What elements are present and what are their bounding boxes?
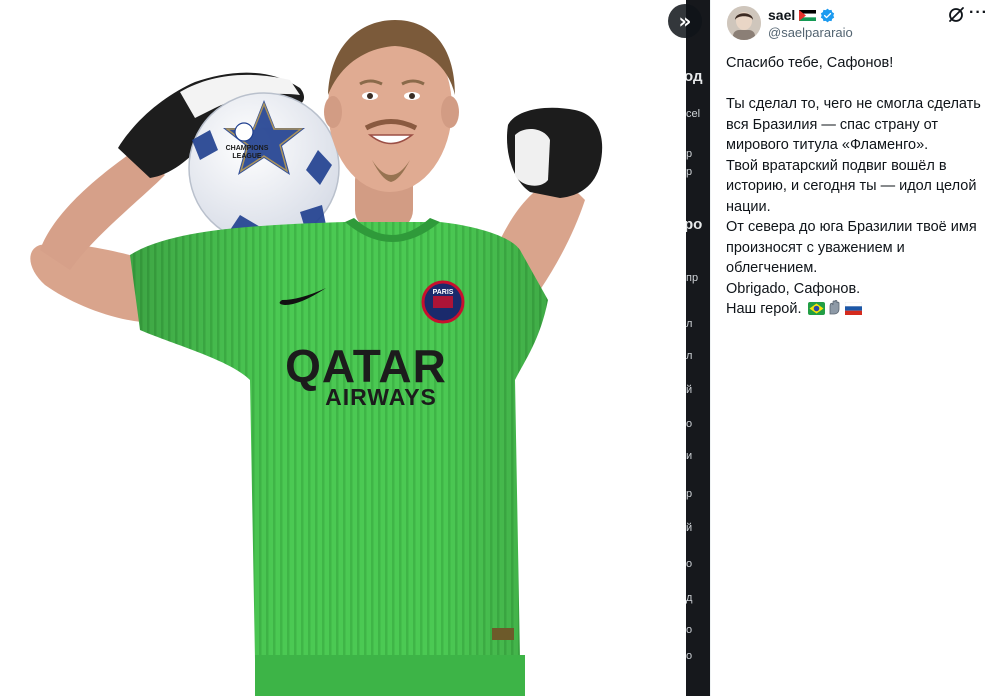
post-paragraph: Наш герой. — [726, 301, 802, 317]
bg-fragment: о — [686, 558, 693, 570]
bg-fragment: д — [686, 592, 693, 604]
bg-fragment: л — [686, 350, 693, 362]
ball-text-champions: CHAMPIONS — [226, 145, 269, 152]
bg-fragment: о — [686, 624, 693, 636]
post-paragraph-last: Наш герой. — [726, 299, 988, 320]
post-detail-panel: sael @saelpararaio ··· Спасибо тебе, Саф… — [710, 0, 1000, 696]
post-paragraph: Твой вратарский подвиг вошёл в историю, … — [726, 157, 977, 215]
bg-fragment: о — [686, 650, 693, 662]
author-name[interactable]: sael — [768, 7, 795, 23]
bg-fragment: ро — [686, 216, 703, 233]
post-text: Спасибо тебе, Сафонов! Ты сделал то, чег… — [726, 53, 988, 320]
crest-text: PARIS — [433, 289, 454, 296]
post-paragraph: От севера до юга Бразилии твоё имя произ… — [726, 219, 977, 276]
bg-fragment: и — [686, 450, 693, 462]
bg-fragment: й — [686, 384, 693, 396]
brazil-flag-icon — [807, 302, 825, 315]
bg-fragment: сel — [686, 108, 701, 120]
bg-fragment: од — [686, 68, 703, 85]
avatar[interactable] — [727, 6, 761, 40]
post-media-image[interactable]: CHAMPIONS LEAGUE PARIS QATAR AIRWAYS — [0, 0, 686, 696]
bg-fragment: л — [686, 318, 693, 330]
bg-fragment: р — [686, 148, 693, 160]
palestine-flag-icon — [799, 9, 817, 21]
ball-text-league: LEAGUE — [232, 153, 262, 160]
sponsor-airways: AIRWAYS — [325, 384, 437, 410]
verified-badge-icon — [821, 8, 835, 22]
post-paragraph: Ты сделал то, чего не смогла сделать вся… — [726, 96, 981, 153]
gloves-icon — [829, 300, 839, 315]
goalkeeper-photo: CHAMPIONS LEAGUE PARIS QATAR AIRWAYS — [30, 20, 603, 696]
bg-fragment: й — [686, 522, 693, 534]
bg-fragment: пр — [686, 272, 699, 284]
author-name-row[interactable]: sael — [768, 7, 835, 23]
post-paragraph: Obrigado, Сафонов. — [726, 280, 861, 297]
collapse-panel-button[interactable]: » — [668, 4, 702, 38]
grok-icon[interactable] — [947, 6, 965, 24]
post-paragraph: Спасибо тебе, Сафонов! — [726, 55, 894, 71]
bg-fragment: о — [686, 418, 693, 430]
bg-fragment: р — [686, 488, 693, 500]
russia-flag-icon — [844, 302, 862, 315]
author-handle[interactable]: @saelpararaio — [768, 25, 853, 40]
bg-fragment: р — [686, 166, 693, 178]
more-options-icon[interactable]: ··· — [969, 4, 988, 22]
background-page-strip: од сel р р ро пр л л й о и р й о д о о — [686, 0, 710, 696]
double-chevron-right-icon: » — [678, 9, 692, 33]
